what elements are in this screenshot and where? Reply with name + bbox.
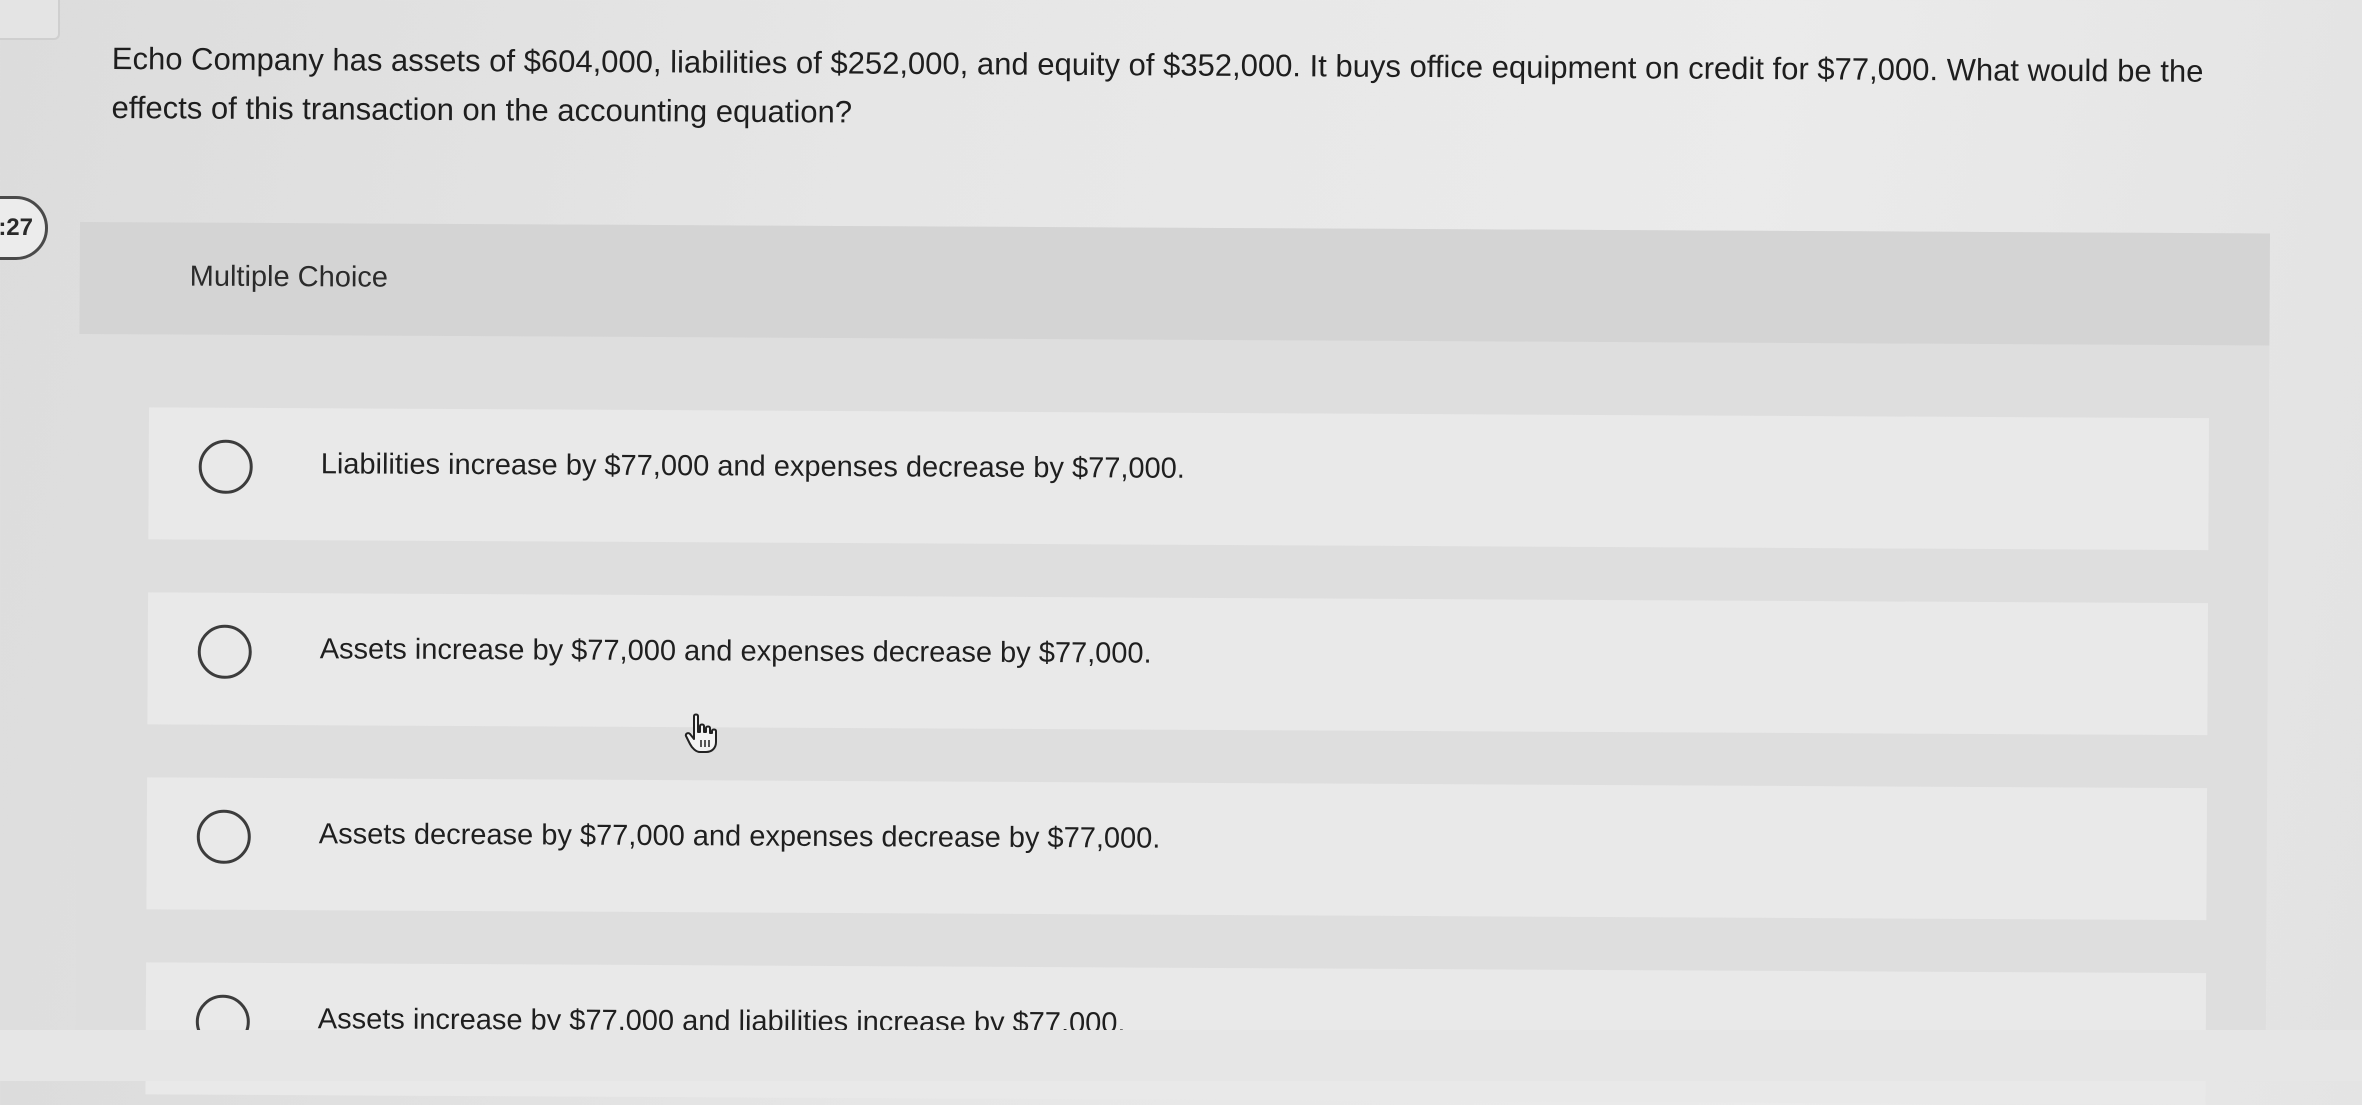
multiple-choice-title: Multiple Choice	[189, 260, 389, 294]
question-text: Echo Company has assets of $604,000, lia…	[111, 40, 2204, 130]
choice-option-label: Assets increase by $77,000 and expenses …	[319, 633, 1152, 670]
timer-badge: :27	[0, 196, 48, 260]
radio-button-icon[interactable]	[198, 439, 253, 494]
choice-option-label: Liabilities increase by $77,000 and expe…	[320, 448, 1185, 485]
multiple-choice-header: Multiple Choice	[79, 222, 2270, 346]
top-left-tab[interactable]	[0, 0, 60, 40]
timer-text: :27	[0, 214, 33, 241]
choice-option-1[interactable]: Liabilities increase by $77,000 and expe…	[148, 407, 2210, 551]
hand-pointer-icon	[684, 713, 717, 753]
choice-option-2[interactable]: Assets increase by $77,000 and expenses …	[147, 592, 2209, 736]
multiple-choice-panel: Multiple Choice Liabilities increase by …	[75, 222, 2270, 1105]
radio-button-icon[interactable]	[197, 624, 252, 679]
bottom-edge	[0, 1030, 2362, 1081]
radio-button-icon[interactable]	[196, 809, 251, 864]
choice-option-3[interactable]: Assets decrease by $77,000 and expenses …	[146, 777, 2208, 921]
choice-option-label: Assets decrease by $77,000 and expenses …	[318, 818, 1161, 855]
